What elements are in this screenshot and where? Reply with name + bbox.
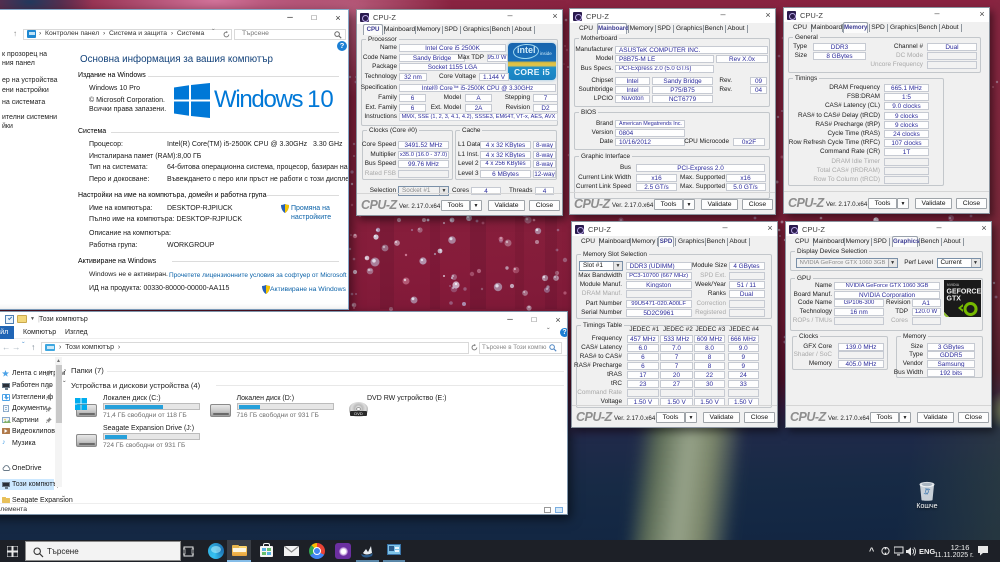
svg-text:NVIDIA: NVIDIA [947,283,960,287]
svg-text:GEFORCE: GEFORCE [946,288,981,295]
svg-text:GTX: GTX [946,295,961,302]
